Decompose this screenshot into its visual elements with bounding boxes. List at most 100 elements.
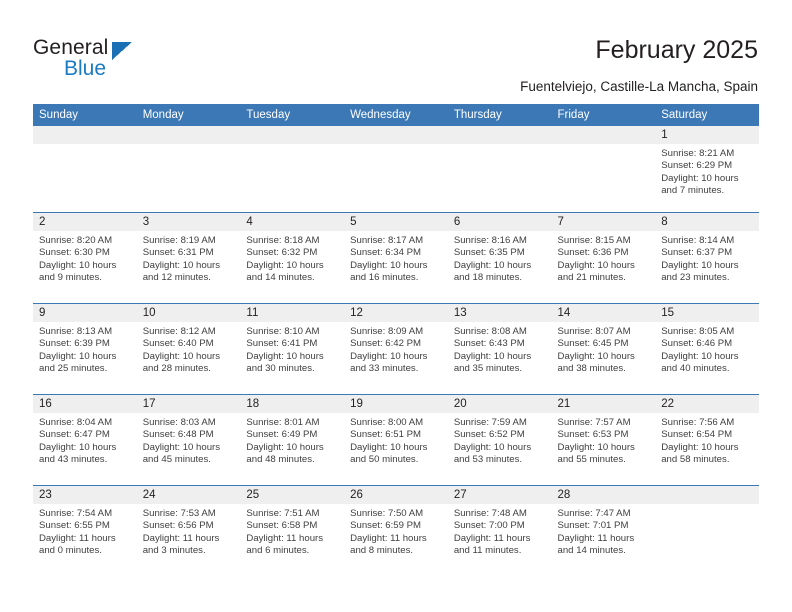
day-number: 9 bbox=[39, 307, 46, 319]
day-number: 18 bbox=[246, 398, 260, 410]
calendar-day-cell[interactable]: 24 Sunrise: 7:53 AM Sunset: 6:56 PM Dayligh… bbox=[136, 486, 241, 576]
day-number-band bbox=[344, 126, 448, 144]
calendar-empty-cell bbox=[240, 126, 345, 212]
calendar-day-cell[interactable]: 9 Sunrise: 8:13 AM Sunset: 6:39 PM Daylight… bbox=[33, 304, 137, 394]
sunrise-text: Sunrise: 8:17 AM bbox=[350, 235, 424, 246]
brand-logo[interactable]: General Blue bbox=[33, 36, 213, 88]
sunrise-text: Sunrise: 7:51 AM bbox=[246, 508, 320, 519]
calendar-day-cell[interactable]: 27 Sunrise: 7:48 AM Sunset: 7:00 PM Dayligh… bbox=[447, 486, 552, 576]
calendar-day-cell[interactable]: 10 Sunrise: 8:12 AM Sunset: 6:40 PM Dayligh… bbox=[136, 304, 241, 394]
calendar-day-cell[interactable]: 16 Sunrise: 8:04 AM Sunset: 6:47 PM Dayligh… bbox=[33, 395, 137, 485]
sunrise-text: Sunrise: 7:50 AM bbox=[350, 508, 424, 519]
sunrise-text: Sunrise: 7:48 AM bbox=[453, 508, 527, 519]
day-details: Sunrise: 7:50 AM Sunset: 6:59 PM Daylight:… bbox=[344, 504, 448, 558]
sunrise-text: Sunrise: 7:57 AM bbox=[557, 417, 631, 428]
day-details: Sunrise: 8:12 AM Sunset: 6:40 PM Daylight:… bbox=[137, 322, 241, 376]
day-details: Sunrise: 7:48 AM Sunset: 7:00 PM Daylight:… bbox=[448, 504, 552, 558]
day-details: Sunrise: 8:04 AM Sunset: 6:47 PM Daylight:… bbox=[33, 413, 137, 467]
daylight-text: Daylight: 11 hours and 3 minutes. bbox=[142, 532, 220, 557]
calendar-day-cell[interactable]: 13 Sunrise: 8:08 AM Sunset: 6:43 PM Dayligh… bbox=[447, 304, 552, 394]
calendar-week-cells: 23 Sunrise: 7:54 AM Sunset: 6:55 PM Dayligh… bbox=[33, 486, 759, 576]
calendar-day-cell[interactable]: 25 Sunrise: 7:51 AM Sunset: 6:58 PM Dayligh… bbox=[240, 486, 345, 576]
day-number-band: 13 bbox=[447, 304, 552, 322]
day-number-band: 22 bbox=[655, 395, 759, 413]
calendar-day-cell[interactable]: 22 Sunrise: 7:56 AM Sunset: 6:54 PM Dayligh… bbox=[655, 395, 759, 485]
day-number-band: 9 bbox=[33, 304, 137, 322]
sunset-text: Sunset: 7:01 PM bbox=[557, 520, 629, 532]
sunset-text: Sunset: 6:40 PM bbox=[142, 338, 214, 350]
day-number-band: 20 bbox=[447, 395, 552, 413]
calendar-day-cell[interactable]: 14 Sunrise: 8:07 AM Sunset: 6:45 PM Dayligh… bbox=[551, 304, 656, 394]
day-details: Sunrise: 8:07 AM Sunset: 6:45 PM Daylight:… bbox=[552, 322, 656, 376]
day-number: 20 bbox=[453, 398, 467, 410]
sunrise-text: Sunrise: 8:16 AM bbox=[453, 235, 527, 246]
calendar-day-cell[interactable]: 18 Sunrise: 8:01 AM Sunset: 6:49 PM Dayligh… bbox=[240, 395, 345, 485]
calendar-day-cell[interactable]: 17 Sunrise: 8:03 AM Sunset: 6:48 PM Dayligh… bbox=[136, 395, 241, 485]
day-number-band: 10 bbox=[136, 304, 241, 322]
daylight-text: Daylight: 10 hours and 33 minutes. bbox=[350, 350, 428, 375]
calendar-day-cell[interactable]: 28 Sunrise: 7:47 AM Sunset: 7:01 PM Dayligh… bbox=[551, 486, 656, 576]
day-number-band: 16 bbox=[33, 395, 137, 413]
calendar-day-cell[interactable]: 26 Sunrise: 7:50 AM Sunset: 6:59 PM Dayligh… bbox=[344, 486, 448, 576]
calendar-day-cell[interactable]: 6 Sunrise: 8:16 AM Sunset: 6:35 PM Daylight… bbox=[447, 213, 552, 303]
day-number: 13 bbox=[453, 307, 467, 319]
day-number: 28 bbox=[557, 489, 571, 501]
day-details: Sunrise: 7:56 AM Sunset: 6:54 PM Daylight:… bbox=[655, 413, 759, 467]
sunset-text: Sunset: 6:53 PM bbox=[557, 429, 629, 441]
day-number: 25 bbox=[246, 489, 260, 501]
day-number-band: 2 bbox=[33, 213, 137, 231]
calendar-day-cell[interactable]: 15 Sunrise: 8:05 AM Sunset: 6:46 PM Dayligh… bbox=[655, 304, 759, 394]
day-number: 26 bbox=[350, 489, 363, 501]
day-details: Sunrise: 7:59 AM Sunset: 6:52 PM Daylight:… bbox=[448, 413, 552, 467]
daylight-text: Daylight: 10 hours and 40 minutes. bbox=[661, 350, 739, 375]
daylight-text: Daylight: 10 hours and 21 minutes. bbox=[557, 259, 635, 284]
daylight-text: Daylight: 11 hours and 6 minutes. bbox=[246, 532, 324, 557]
sunrise-text: Sunrise: 8:15 AM bbox=[557, 235, 631, 246]
day-number-band: 17 bbox=[136, 395, 241, 413]
daylight-text: Daylight: 10 hours and 55 minutes. bbox=[557, 441, 635, 466]
day-number: 4 bbox=[246, 216, 253, 228]
calendar-day-cell[interactable]: 12 Sunrise: 8:09 AM Sunset: 6:42 PM Dayligh… bbox=[344, 304, 448, 394]
day-details: Sunrise: 8:00 AM Sunset: 6:51 PM Daylight:… bbox=[344, 413, 448, 467]
day-number-band: 19 bbox=[344, 395, 448, 413]
calendar-day-cell[interactable]: 5 Sunrise: 8:17 AM Sunset: 6:34 PM Daylight… bbox=[344, 213, 448, 303]
day-number-band bbox=[240, 126, 345, 144]
day-number-band bbox=[136, 126, 241, 144]
calendar-day-cell[interactable]: 19 Sunrise: 8:00 AM Sunset: 6:51 PM Dayligh… bbox=[344, 395, 448, 485]
daylight-text: Daylight: 10 hours and 38 minutes. bbox=[557, 350, 635, 375]
calendar-day-cell[interactable]: 8 Sunrise: 8:14 AM Sunset: 6:37 PM Daylight… bbox=[655, 213, 759, 303]
daylight-text: Daylight: 10 hours and 23 minutes. bbox=[661, 259, 739, 284]
sunset-text: Sunset: 6:39 PM bbox=[39, 338, 110, 350]
day-details: Sunrise: 8:01 AM Sunset: 6:49 PM Daylight:… bbox=[240, 413, 344, 467]
calendar-day-cell[interactable]: 2 Sunrise: 8:20 AM Sunset: 6:30 PM Daylight… bbox=[33, 213, 137, 303]
day-details: Sunrise: 8:19 AM Sunset: 6:31 PM Daylight:… bbox=[137, 231, 241, 285]
calendar-empty-cell bbox=[136, 126, 241, 212]
calendar-weekday-header: Sunday Monday Tuesday Wednesday Thursday… bbox=[33, 104, 759, 126]
calendar-day-cell[interactable]: 7 Sunrise: 8:15 AM Sunset: 6:36 PM Daylight… bbox=[551, 213, 656, 303]
calendar-day-cell[interactable]: 1 Sunrise: 8:21 AM Sunset: 6:29 PM Daylight… bbox=[655, 126, 759, 212]
day-details: Sunrise: 8:05 AM Sunset: 6:46 PM Daylight:… bbox=[655, 322, 759, 376]
weekday-tuesday: Tuesday bbox=[246, 109, 291, 121]
day-number-band: 8 bbox=[655, 213, 759, 231]
calendar-day-cell[interactable]: 23 Sunrise: 7:54 AM Sunset: 6:55 PM Dayligh… bbox=[33, 486, 137, 576]
sunrise-text: Sunrise: 8:18 AM bbox=[246, 235, 320, 246]
calendar-day-cell[interactable]: 4 Sunrise: 8:18 AM Sunset: 6:32 PM Daylight… bbox=[240, 213, 345, 303]
sunrise-text: Sunrise: 7:53 AM bbox=[142, 508, 216, 519]
daylight-text: Daylight: 10 hours and 43 minutes. bbox=[39, 441, 117, 466]
daylight-text: Daylight: 11 hours and 8 minutes. bbox=[350, 532, 427, 557]
day-details: Sunrise: 8:18 AM Sunset: 6:32 PM Daylight:… bbox=[240, 231, 344, 285]
calendar-grid: Sunday Monday Tuesday Wednesday Thursday… bbox=[33, 104, 759, 576]
sunset-text: Sunset: 6:30 PM bbox=[39, 247, 110, 259]
sunset-text: Sunset: 6:34 PM bbox=[350, 247, 422, 259]
day-details: Sunrise: 8:14 AM Sunset: 6:37 PM Daylight:… bbox=[655, 231, 759, 285]
sunrise-text: Sunrise: 8:08 AM bbox=[453, 326, 527, 337]
calendar-day-cell[interactable]: 11 Sunrise: 8:10 AM Sunset: 6:41 PM Dayligh… bbox=[240, 304, 345, 394]
day-number: 14 bbox=[557, 307, 571, 319]
calendar-day-cell[interactable]: 3 Sunrise: 8:19 AM Sunset: 6:31 PM Daylight… bbox=[136, 213, 241, 303]
calendar-day-cell[interactable]: 21 Sunrise: 7:57 AM Sunset: 6:53 PM Dayligh… bbox=[551, 395, 656, 485]
brand-triangle-icon bbox=[112, 42, 132, 60]
day-details: Sunrise: 7:54 AM Sunset: 6:55 PM Daylight:… bbox=[33, 504, 137, 558]
calendar-day-cell[interactable]: 20 Sunrise: 7:59 AM Sunset: 6:52 PM Dayligh… bbox=[447, 395, 552, 485]
day-number: 24 bbox=[142, 489, 156, 501]
daylight-text: Daylight: 10 hours and 45 minutes. bbox=[142, 441, 221, 466]
